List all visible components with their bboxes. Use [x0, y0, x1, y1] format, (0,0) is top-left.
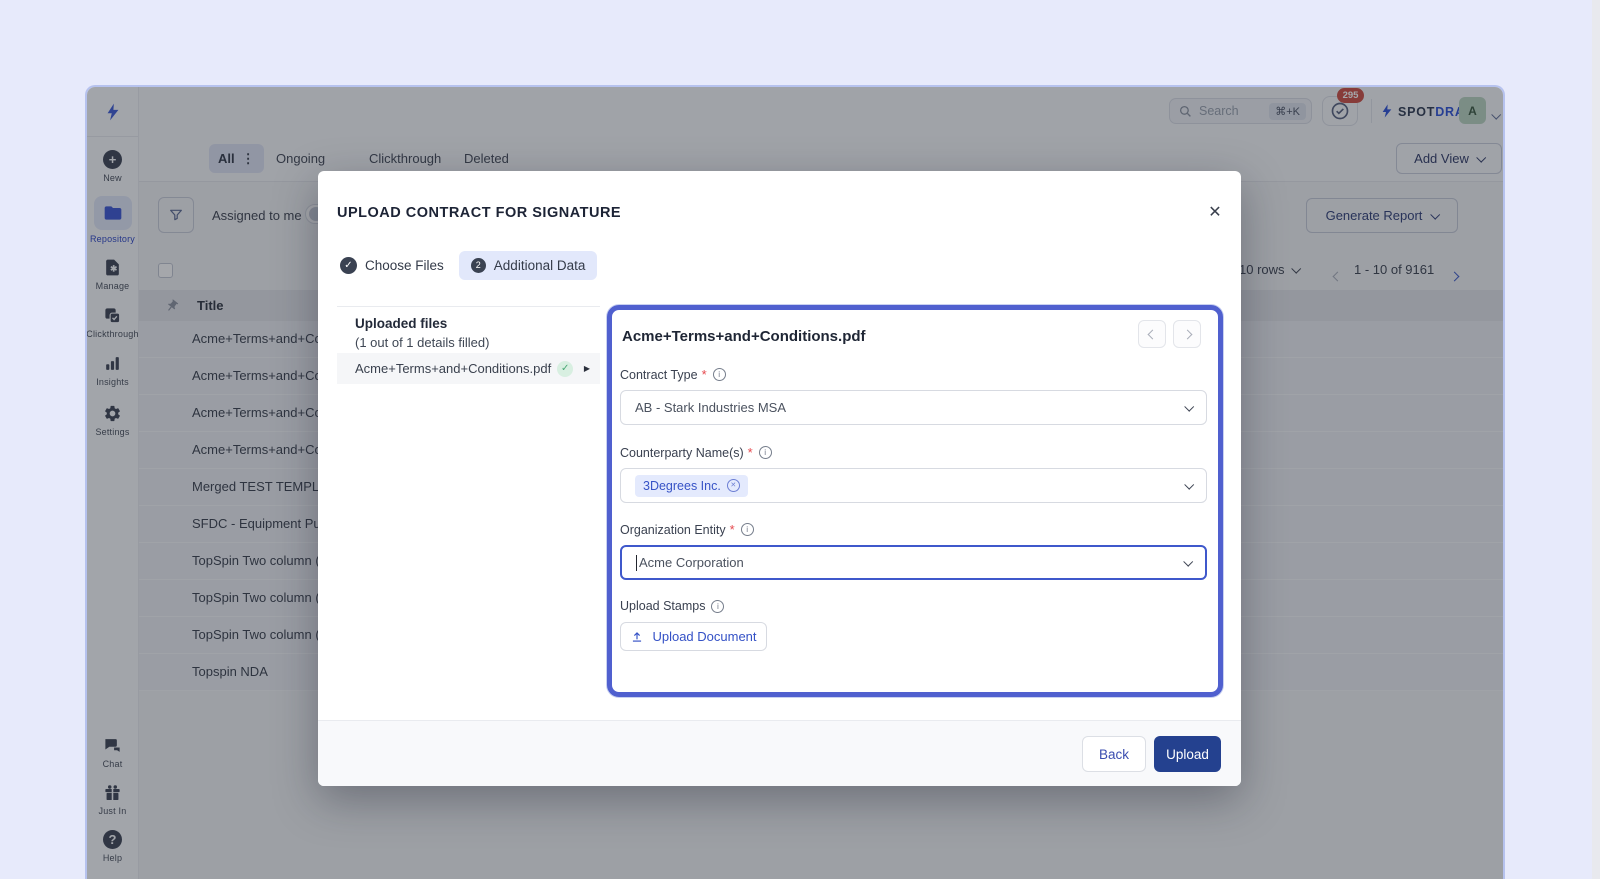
modal-footer: Back Upload — [318, 720, 1241, 786]
upload-button[interactable]: Upload — [1154, 736, 1221, 772]
stepper: ✓ Choose Files 2 Additional Data — [340, 250, 597, 281]
step-number-icon: 2 — [471, 258, 486, 273]
counterparty-select[interactable]: 3Degrees Inc. ✕ — [620, 468, 1207, 503]
chevron-down-icon — [1183, 557, 1193, 567]
info-icon: i — [711, 600, 724, 613]
uploaded-file-item[interactable]: Acme+Terms+and+Conditions.pdf ✓ ▶ — [337, 353, 600, 384]
upload-document-button[interactable]: Upload Document — [620, 622, 767, 651]
screen-edge-strip — [1592, 0, 1600, 879]
info-icon: i — [741, 523, 754, 536]
info-icon: i — [713, 368, 726, 381]
counterparty-label: Counterparty Name(s) * i — [620, 445, 772, 460]
info-icon: i — [759, 446, 772, 459]
chevron-down-icon — [1184, 402, 1194, 412]
uploaded-files-panel: Uploaded files (1 out of 1 details fille… — [337, 306, 600, 350]
success-check-icon: ✓ — [557, 361, 573, 377]
uploaded-files-heading: Uploaded files — [355, 316, 600, 331]
caret-right-icon: ▶ — [584, 364, 590, 373]
upload-contract-modal: UPLOAD CONTRACT FOR SIGNATURE ✕ ✓ Choose… — [318, 171, 1241, 786]
text-cursor — [636, 555, 637, 571]
chevron-down-icon — [1184, 480, 1194, 490]
back-button[interactable]: Back — [1082, 736, 1146, 772]
step-choose-files[interactable]: ✓ Choose Files — [340, 257, 444, 274]
file-details-panel: Acme+Terms+and+Conditions.pdf Contract T… — [607, 305, 1223, 697]
step-additional-data[interactable]: 2 Additional Data — [459, 251, 598, 280]
upload-icon — [630, 630, 644, 644]
uploaded-files-subheading: (1 out of 1 details filled) — [355, 335, 600, 350]
contract-type-select[interactable]: AB - Stark Industries MSA — [620, 390, 1207, 425]
upload-stamps-label: Upload Stamps i — [620, 599, 724, 613]
close-icon[interactable]: ✕ — [1204, 201, 1226, 223]
counterparty-chip[interactable]: 3Degrees Inc. ✕ — [635, 475, 748, 497]
next-file-button[interactable] — [1173, 320, 1201, 348]
step-check-icon: ✓ — [340, 257, 357, 274]
contract-type-label: Contract Type * i — [620, 367, 726, 382]
modal-title: UPLOAD CONTRACT FOR SIGNATURE — [337, 205, 621, 221]
organization-entity-label: Organization Entity * i — [620, 522, 754, 537]
remove-chip-icon[interactable]: ✕ — [727, 479, 740, 492]
prev-file-button[interactable] — [1138, 320, 1166, 348]
organization-entity-select[interactable]: Acme Corporation — [620, 545, 1207, 580]
document-title: Acme+Terms+and+Conditions.pdf — [622, 328, 866, 345]
